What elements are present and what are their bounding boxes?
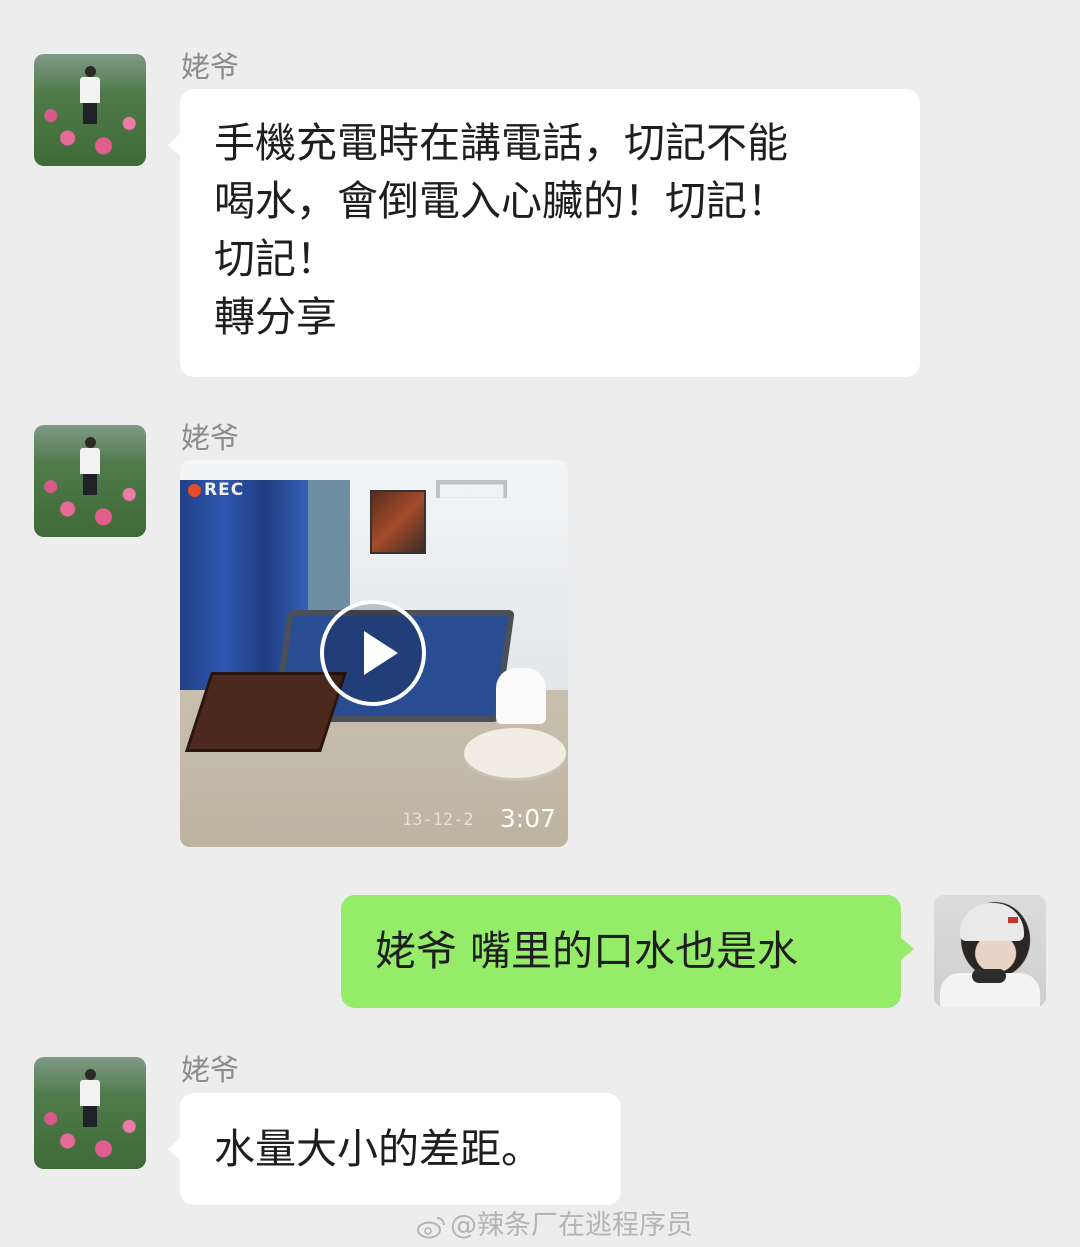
video-table xyxy=(185,672,347,752)
video-duration: 3:07 xyxy=(499,804,556,833)
message-bubble-incoming[interactable]: 手機充電時在講電話，切記不能 喝水，會倒電入心臟的！切記！ 切記！ 轉分享 xyxy=(168,89,920,377)
self-avatar[interactable] xyxy=(934,895,1046,1007)
elder-avatar[interactable] xyxy=(34,54,146,166)
watermark: @辣条厂在逃程序员 xyxy=(416,1203,693,1242)
person-figure xyxy=(80,1069,100,1127)
video-lamp xyxy=(496,668,546,724)
message-line: 轉分享 xyxy=(214,293,337,341)
message-text: 姥爷 嘴里的口水也是水 xyxy=(375,927,799,975)
play-icon[interactable] xyxy=(320,600,426,706)
sender-name: 姥爷 xyxy=(181,421,240,455)
message-text: 水量大小的差距。 xyxy=(214,1125,542,1173)
camera-stamp: ▆▆▆▆▆▆▆ xyxy=(436,480,508,498)
camera-timestamp: 13-12-2 xyxy=(402,810,474,830)
message-line: 喝水，會倒電入心臟的！切記！ xyxy=(214,177,788,225)
sender-name: 姥爷 xyxy=(181,50,240,84)
sender-name: 姥爷 xyxy=(181,1053,240,1087)
rec-label: REC xyxy=(204,480,245,500)
message-line: 手機充電時在講電話，切記不能 xyxy=(214,119,788,167)
person-figure xyxy=(80,66,100,124)
avatar-scarf xyxy=(972,969,1006,983)
person-figure xyxy=(80,437,100,495)
weibo-icon xyxy=(417,1216,445,1238)
elder-avatar[interactable] xyxy=(34,425,146,537)
video-side-table xyxy=(464,728,566,778)
avatar-beanie-tag xyxy=(1008,917,1018,923)
rec-dot-icon xyxy=(188,484,201,497)
elder-avatar[interactable] xyxy=(34,1057,146,1169)
watermark-text: @辣条厂在逃程序员 xyxy=(450,1210,693,1241)
video-message[interactable]: REC ▆▆▆▆▆▆▆ 13-12-2 3:07 xyxy=(180,460,568,847)
message-bubble-outgoing[interactable]: 姥爷 嘴里的口水也是水 xyxy=(341,895,914,1008)
message-line: 切記！ xyxy=(214,235,337,283)
video-painting xyxy=(370,490,426,554)
message-bubble-incoming[interactable]: 水量大小的差距。 xyxy=(168,1093,621,1205)
